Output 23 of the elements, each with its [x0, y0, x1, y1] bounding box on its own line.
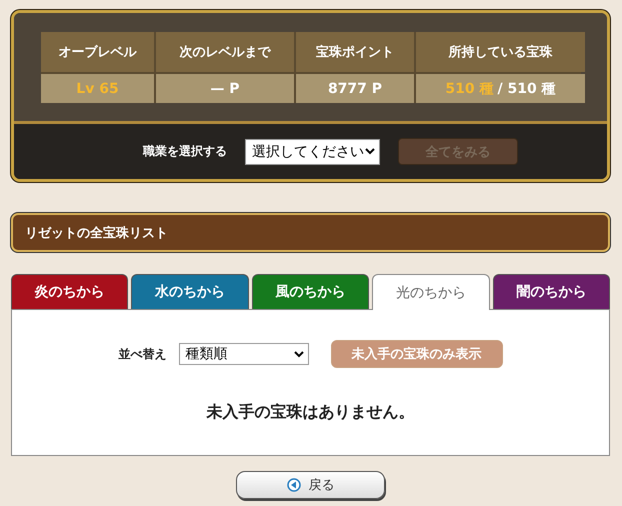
tab[interactable]: 水のちから — [131, 274, 249, 309]
table-cell: — P — [156, 74, 294, 103]
table-header: オーブレベル — [41, 32, 154, 72]
tab[interactable]: 光のちから — [372, 274, 490, 310]
back-button[interactable]: 戻る — [236, 471, 385, 499]
job-label: 職業を選択する — [143, 143, 227, 160]
section-title: リゼットの全宝珠リスト — [11, 213, 610, 252]
table-cell: 8777 P — [296, 74, 414, 103]
sort-label: 並べ替え — [118, 346, 166, 362]
table-header: 所持している宝珠 — [416, 32, 585, 72]
table-header: 次のレベルまで — [156, 32, 294, 72]
empty-message: 未入手の宝珠はありません。 — [206, 402, 414, 423]
chevron-down-icon — [294, 350, 304, 358]
chevron-down-icon — [365, 148, 375, 155]
job-select[interactable]: 選択してください — [245, 138, 380, 164]
sort-select[interactable]: 種類順 — [178, 343, 308, 365]
table-cell: Lv 65 — [41, 74, 154, 103]
total-count: / 510 種 — [498, 80, 556, 98]
tab[interactable]: 炎のちから — [11, 274, 128, 309]
table-header: 宝珠ポイント — [296, 32, 414, 72]
owned-count: 510 種 — [445, 80, 494, 98]
tab[interactable]: 風のちから — [252, 274, 370, 309]
tab[interactable]: 闇のちから — [492, 274, 610, 309]
